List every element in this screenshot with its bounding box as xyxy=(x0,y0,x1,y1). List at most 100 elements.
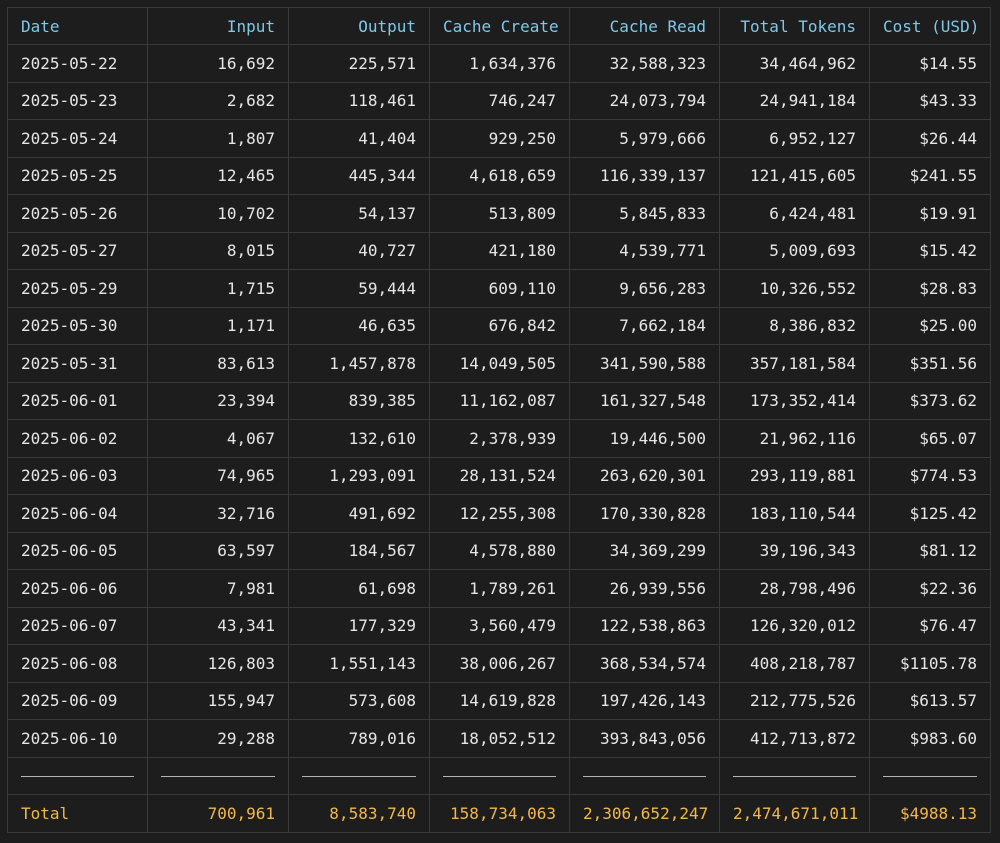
cell-cost: $125.42 xyxy=(869,494,991,533)
cell-input: 155,947 xyxy=(147,681,289,720)
cell-cache-create: 4,578,880 xyxy=(429,531,570,570)
cell-output: 54,137 xyxy=(288,194,430,233)
cell-output: 61,698 xyxy=(288,569,430,608)
cell-cost: $983.60 xyxy=(869,719,991,758)
cell-cache-read: 116,339,137 xyxy=(569,156,720,195)
cell-total-tokens: 34,464,962 xyxy=(719,44,870,83)
column-header-input: Input xyxy=(147,7,289,45)
cell-date: 2025-06-02 xyxy=(7,419,148,458)
cell-cost: $15.42 xyxy=(869,231,991,270)
cell-output: 491,692 xyxy=(288,494,430,533)
total-cost: $4988.13 xyxy=(869,794,991,833)
table-row: 2025-06-01 23,394 839,385 11,162,087 161,327… xyxy=(7,381,991,420)
table-row: 2025-06-08 126,803 1,551,143 38,006,267 368,… xyxy=(7,644,991,683)
cell-cost: $1105.78 xyxy=(869,644,991,683)
cell-cost: $373.62 xyxy=(869,381,991,420)
total-label: Total xyxy=(7,794,148,833)
table-row: 2025-06-05 63,597 184,567 4,578,880 34,369,2… xyxy=(7,531,991,570)
cell-output: 1,551,143 xyxy=(288,644,430,683)
cell-cache-read: 26,939,556 xyxy=(569,569,720,608)
cell-output: 225,571 xyxy=(288,44,430,83)
cell-input: 7,981 xyxy=(147,569,289,608)
cell-input: 2,682 xyxy=(147,81,289,120)
cell-cache-read: 24,073,794 xyxy=(569,81,720,120)
table-row: 2025-06-03 74,965 1,293,091 28,131,524 263,6… xyxy=(7,456,991,495)
cell-output: 41,404 xyxy=(288,119,430,158)
column-header-cost: Cost (USD) xyxy=(869,7,991,45)
cell-total-tokens: 412,713,872 xyxy=(719,719,870,758)
cell-output: 59,444 xyxy=(288,269,430,308)
cell-total-tokens: 8,386,832 xyxy=(719,306,870,345)
cell-output: 789,016 xyxy=(288,719,430,758)
cell-date: 2025-05-25 xyxy=(7,156,148,195)
cell-cache-create: 3,560,479 xyxy=(429,606,570,645)
cell-cache-read: 5,979,666 xyxy=(569,119,720,158)
cell-input: 83,613 xyxy=(147,344,289,383)
cell-date: 2025-06-03 xyxy=(7,456,148,495)
cell-cache-read: 5,845,833 xyxy=(569,194,720,233)
cell-cache-create: 4,618,659 xyxy=(429,156,570,195)
cell-total-tokens: 39,196,343 xyxy=(719,531,870,570)
separator-cell xyxy=(569,756,720,795)
cell-cache-read: 170,330,828 xyxy=(569,494,720,533)
cell-cache-create: 929,250 xyxy=(429,119,570,158)
cell-output: 177,329 xyxy=(288,606,430,645)
cell-cost: $19.91 xyxy=(869,194,991,233)
cell-date: 2025-06-01 xyxy=(7,381,148,420)
cell-output: 40,727 xyxy=(288,231,430,270)
total-input: 700,961 xyxy=(147,794,289,833)
cell-output: 184,567 xyxy=(288,531,430,570)
cell-input: 4,067 xyxy=(147,419,289,458)
cell-cost: $351.56 xyxy=(869,344,991,383)
cell-cache-create: 1,634,376 xyxy=(429,44,570,83)
separator-cell xyxy=(429,756,570,795)
cell-input: 32,716 xyxy=(147,494,289,533)
cell-cache-create: 18,052,512 xyxy=(429,719,570,758)
separator-cell xyxy=(7,756,148,795)
cell-cache-create: 746,247 xyxy=(429,81,570,120)
table-row: 2025-05-27 8,015 40,727 421,180 4,539,771 5,0… xyxy=(7,231,991,270)
table-row: 2025-05-25 12,465 445,344 4,618,659 116,339,… xyxy=(7,156,991,195)
cell-input: 23,394 xyxy=(147,381,289,420)
separator-cell xyxy=(869,756,991,795)
cell-cost: $76.47 xyxy=(869,606,991,645)
cell-input: 43,341 xyxy=(147,606,289,645)
cell-cache-create: 11,162,087 xyxy=(429,381,570,420)
cell-cost: $25.00 xyxy=(869,306,991,345)
cell-total-tokens: 24,941,184 xyxy=(719,81,870,120)
cell-cache-create: 38,006,267 xyxy=(429,644,570,683)
table-row: 2025-06-06 7,981 61,698 1,789,261 26,939,556… xyxy=(7,569,991,608)
cell-total-tokens: 357,181,584 xyxy=(719,344,870,383)
cell-cache-read: 34,369,299 xyxy=(569,531,720,570)
cell-output: 1,457,878 xyxy=(288,344,430,383)
cell-input: 74,965 xyxy=(147,456,289,495)
total-cache-read: 2,306,652,247 xyxy=(569,794,720,833)
cell-total-tokens: 293,119,881 xyxy=(719,456,870,495)
cell-cache-read: 161,327,548 xyxy=(569,381,720,420)
table-row: 2025-06-02 4,067 132,610 2,378,939 19,446,50… xyxy=(7,419,991,458)
cell-input: 29,288 xyxy=(147,719,289,758)
cell-date: 2025-06-08 xyxy=(7,644,148,683)
cell-cost: $26.44 xyxy=(869,119,991,158)
cell-cost: $241.55 xyxy=(869,156,991,195)
separator-cell xyxy=(147,756,289,795)
cell-cache-create: 14,049,505 xyxy=(429,344,570,383)
table-row: 2025-06-09 155,947 573,608 14,619,828 197,42… xyxy=(7,681,991,720)
cell-cache-read: 368,534,574 xyxy=(569,644,720,683)
usage-report-table: Date Input Output Cache Create Cache Rea… xyxy=(7,7,991,833)
cell-cache-create: 1,789,261 xyxy=(429,569,570,608)
table-row: 2025-05-30 1,171 46,635 676,842 7,662,184 8,3… xyxy=(7,306,991,345)
cell-date: 2025-05-31 xyxy=(7,344,148,383)
cell-total-tokens: 212,775,526 xyxy=(719,681,870,720)
column-header-total-tokens: Total Tokens xyxy=(719,7,870,45)
cell-total-tokens: 126,320,012 xyxy=(719,606,870,645)
table-row: 2025-05-31 83,613 1,457,878 14,049,505 341,5… xyxy=(7,344,991,383)
cell-cache-read: 19,446,500 xyxy=(569,419,720,458)
cell-input: 1,171 xyxy=(147,306,289,345)
cell-input: 16,692 xyxy=(147,44,289,83)
cell-cost: $43.33 xyxy=(869,81,991,120)
column-header-cache-read: Cache Read xyxy=(569,7,720,45)
cell-input: 12,465 xyxy=(147,156,289,195)
cell-date: 2025-06-10 xyxy=(7,719,148,758)
cell-total-tokens: 183,110,544 xyxy=(719,494,870,533)
